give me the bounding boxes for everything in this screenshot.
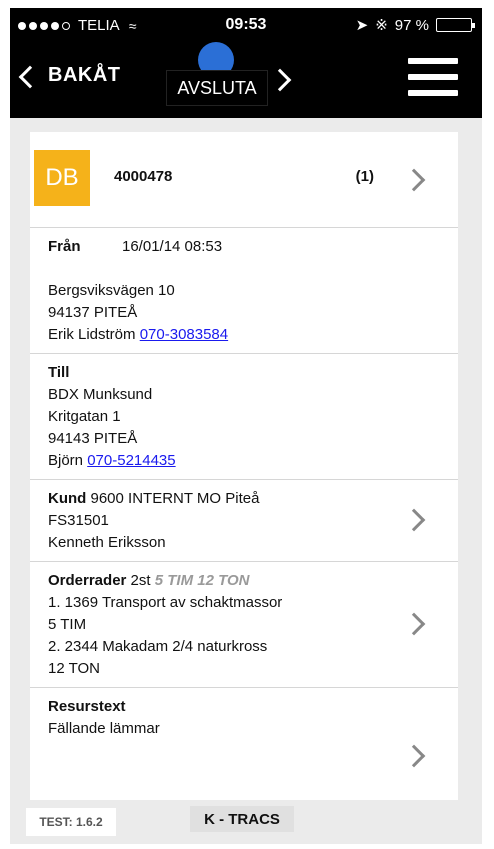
back-button[interactable]: BAKÅT <box>18 64 121 88</box>
to-street: Kritgatan 1 <box>48 408 121 425</box>
order-line: 1. 1369 Transport av schaktmassor <box>48 594 283 611</box>
to-name: BDX Munksund <box>48 386 153 403</box>
nav-bar: BAKÅT AVSLUTA <box>10 42 482 118</box>
order-rows-row[interactable]: Orderrader 2st 5 TIM 12 TON 1. 1369 Tran… <box>30 562 458 688</box>
footer-bar: TEST: 1.6.2 K - TRACS <box>10 800 482 844</box>
customer-row[interactable]: Kund 9600 INTERNT MO Piteå FS31501 Kenne… <box>30 480 458 562</box>
back-label: BAKÅT <box>48 64 121 86</box>
to-label: Till <box>48 364 70 381</box>
to-contact: Björn <box>48 452 84 469</box>
to-phone-link[interactable]: 070-5214435 <box>87 452 175 469</box>
resource-text-row[interactable]: Resurstext Fällande lämmar <box>30 688 458 808</box>
customer-label: Kund <box>48 490 87 507</box>
chevron-left-icon <box>18 65 42 88</box>
version-label: TEST: 1.6.2 <box>26 808 116 836</box>
from-datetime: 16/01/14 08:53 <box>122 238 223 255</box>
app-screen: TELIA ≈ 09:53 ➤ ※ 97 % BAKÅT AVSLUTA DB … <box>10 8 482 844</box>
bluetooth-icon: ※ <box>375 17 388 34</box>
from-street: Bergsviksvägen 10 <box>48 282 175 299</box>
order-line: 5 TIM <box>48 616 87 633</box>
battery-percent: 97 % <box>394 16 429 34</box>
from-section: Från 16/01/14 08:53 Bergsviksvägen 10 94… <box>30 228 458 354</box>
order-number: 4000478 <box>114 168 173 185</box>
menu-icon[interactable] <box>408 58 458 96</box>
from-city: 94137 PITEÅ <box>48 304 138 321</box>
to-section: Till BDX Munksund Kritgatan 1 94143 PITE… <box>30 354 458 480</box>
status-bar: TELIA ≈ 09:53 ➤ ※ 97 % <box>10 8 482 42</box>
from-label: Från <box>48 238 81 255</box>
from-contact: Erik Lidström <box>48 326 136 343</box>
order-rows-count: 2st <box>130 572 151 589</box>
resource-label: Resurstext <box>48 698 126 715</box>
order-detail-card: DB 4000478 (1) Från 16/01/14 08:53 Bergs… <box>30 132 458 812</box>
resource-text: Fällande lämmar <box>48 720 160 737</box>
chevron-right-icon[interactable] <box>268 68 292 92</box>
order-header-row[interactable]: DB 4000478 (1) <box>30 132 458 228</box>
location-icon: ➤ <box>355 17 369 34</box>
from-phone-link[interactable]: 070-3083584 <box>140 326 228 343</box>
order-rows-label: Orderrader <box>48 572 127 589</box>
brand-label: K - TRACS <box>190 806 294 832</box>
customer-code: FS31501 <box>48 512 109 529</box>
order-type-badge: DB <box>34 150 90 206</box>
order-line: 12 TON <box>48 660 100 677</box>
customer-person: Kenneth Eriksson <box>48 534 166 551</box>
order-rows-summary: 5 TIM 12 TON <box>154 572 250 589</box>
battery-icon <box>436 18 475 32</box>
chevron-right-icon <box>402 168 426 192</box>
order-line: 2. 2344 Makadam 2/4 naturkross <box>48 638 268 655</box>
order-count: (1) <box>355 168 374 185</box>
finish-button[interactable]: AVSLUTA <box>166 70 268 106</box>
to-city: 94143 PITEÅ <box>48 430 138 447</box>
customer-name: 9600 INTERNT MO Piteå <box>90 490 260 507</box>
chevron-right-icon <box>402 744 426 768</box>
